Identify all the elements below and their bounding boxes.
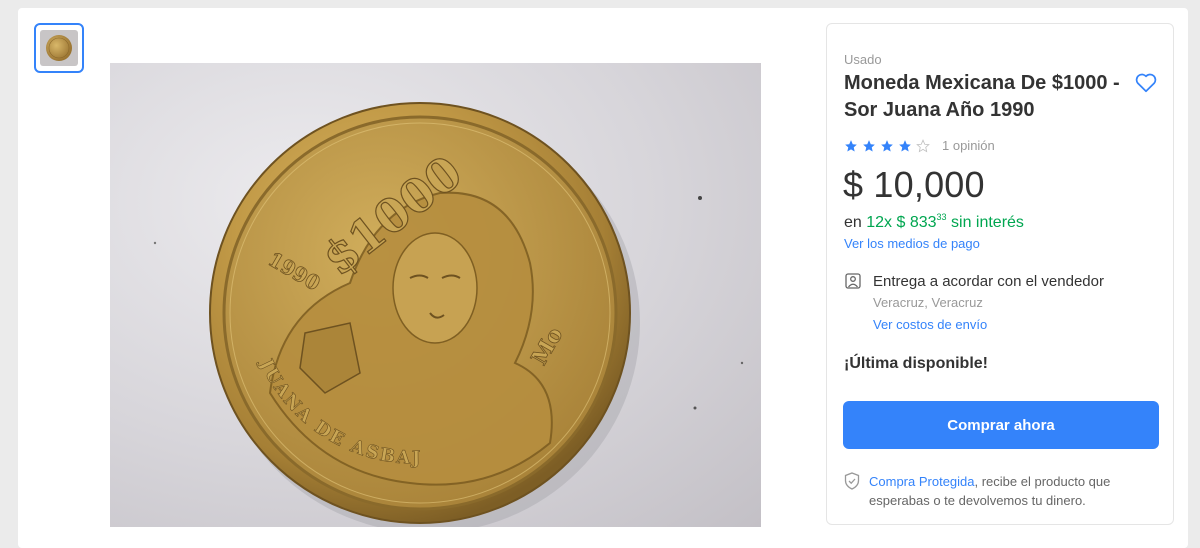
rating[interactable]: 1 opinión (844, 138, 995, 153)
star-icon (899, 139, 911, 152)
product-title: Moneda Mexicana De $1000 - Sor Juana Año… (844, 72, 1120, 121)
rating-count: 1 opinión (942, 138, 995, 153)
star-icon (845, 139, 857, 152)
product-price: $ 10,000 (843, 164, 985, 205)
protected-purchase-link[interactable]: Compra Protegida (869, 474, 975, 489)
shield-check-icon (844, 472, 860, 490)
buy-now-button[interactable]: Comprar ahora (843, 401, 1159, 449)
installments-prefix: en (844, 214, 867, 231)
installments-count: 12x (866, 214, 893, 231)
payment-methods-link[interactable]: Ver los medios de pago (844, 236, 980, 251)
installments: en 12x $ 83333 sin interés (844, 212, 1024, 232)
purchase-protection: Compra Protegida, recibe el producto que… (869, 472, 1159, 510)
star-empty-icon (916, 138, 930, 152)
main-product-image[interactable]: $1000 1990 Mo JUANA DE ASBAJE (110, 63, 761, 527)
seller-location: Veracruz, Veracruz (873, 295, 983, 310)
coin-image: $1000 1990 Mo JUANA DE ASBAJE (110, 63, 744, 527)
delivery-title: Entrega a acordar con el vendedor (873, 273, 1104, 290)
thumbnail-image (40, 30, 78, 66)
star-icon (881, 139, 893, 152)
coin-thumbnail-icon (46, 35, 72, 61)
product-card: $1000 1990 Mo JUANA DE ASBAJE Usado Mone… (18, 8, 1188, 548)
stock-status: ¡Última disponible! (844, 355, 988, 372)
installments-suffix: sin interés (946, 214, 1024, 231)
star-icon (863, 139, 875, 152)
gallery-thumbnail[interactable] (34, 23, 84, 73)
purchase-box: Usado Moneda Mexicana De $1000 - Sor Jua… (826, 23, 1174, 525)
installments-cents: 33 (936, 212, 947, 222)
favorite-heart-icon[interactable] (1133, 69, 1159, 95)
shipping-costs-link[interactable]: Ver costos de envío (873, 317, 987, 332)
item-condition: Usado (844, 52, 882, 67)
installments-amount: $ 833 (896, 214, 937, 231)
person-handshake-icon (845, 273, 861, 289)
